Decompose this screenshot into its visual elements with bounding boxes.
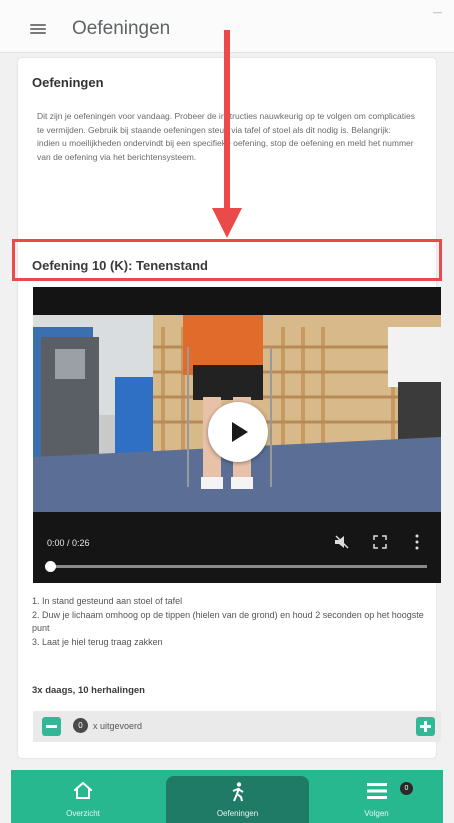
walking-person-icon [232,782,244,802]
highlight-box [12,239,442,281]
completed-label: x uitgevoerd [93,721,143,731]
step-3: 3. Laat je hiel terug traag zakken [32,636,163,647]
nav-item-volgen[interactable]: Volgen [310,770,443,823]
exercise-frequency: 3x daags, 10 herhalingen [32,685,145,696]
video-time: 0:00 / 0:26 [47,538,90,548]
exercise-steps: 1. In stand gesteund aan stoel of tafel … [32,595,426,649]
play-button[interactable] [208,402,268,462]
nav-item-overzicht[interactable]: Overzicht [11,770,155,823]
page-title: Oefeningen [72,18,171,39]
hamburger-menu-icon[interactable] [30,24,46,35]
completed-count: 0 [73,718,88,733]
nav-item-oefeningen[interactable]: Oefeningen [166,770,309,823]
mute-icon[interactable] [334,535,350,554]
home-icon [74,782,92,799]
video-progress-track[interactable] [47,565,427,568]
status-indicator: — [433,7,442,17]
nav-label-volgen: Volgen [364,809,389,818]
more-options-icon[interactable] [415,534,419,555]
list-icon [366,783,387,799]
step-1: 1. In stand gesteund aan stoel of tafel [32,596,183,606]
nav-label-oefeningen: Oefeningen [216,809,259,818]
annotation-arrow-icon [212,30,242,238]
fullscreen-icon[interactable] [373,535,387,554]
decrement-button[interactable] [42,717,61,736]
increment-button[interactable] [416,717,435,736]
video-scrubber[interactable] [45,561,56,572]
section-title: Oefeningen [32,75,104,90]
nav-label-overzicht: Overzicht [66,809,100,818]
notification-badge: 0 [400,782,413,795]
play-icon [232,422,248,442]
step-2: 2. Duw je lichaam omhoog op de tippen (h… [32,609,424,634]
